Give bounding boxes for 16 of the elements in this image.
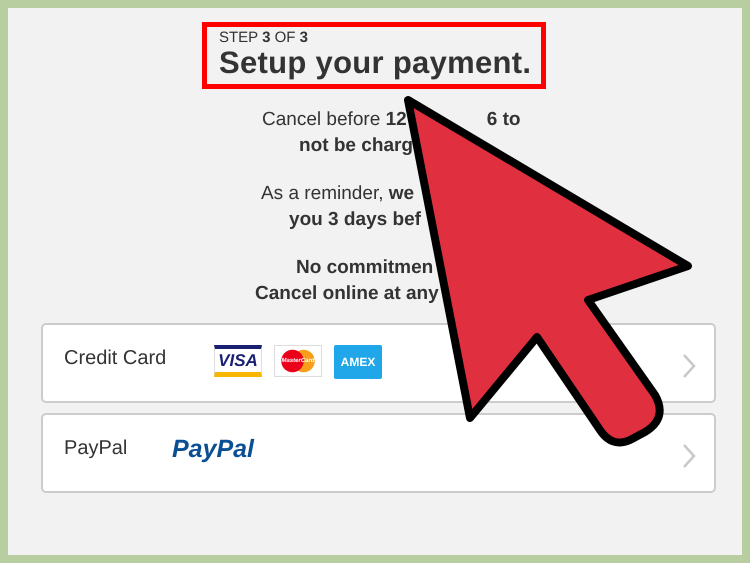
step-indicator: STEP 3 OF 3: [219, 29, 309, 46]
notice-text: As a reminder, we: [261, 182, 414, 206]
page-title: Setup your payment.: [219, 46, 532, 80]
option-label: Credit Card: [64, 347, 168, 370]
notice-text: 6 to: [486, 108, 520, 132]
chevron-right-icon: [682, 443, 696, 469]
notice-text: No commitmen: [296, 256, 434, 280]
notice-text: Cancel online at any: [255, 282, 439, 306]
notice-text: not be charg: [299, 134, 414, 158]
chevron-right-icon: [682, 353, 696, 379]
notice-text: Cancel before 12: [262, 108, 407, 132]
payment-option[interactable]: PayPal PayPal: [41, 413, 716, 493]
paypal-logo: PayPal: [172, 435, 254, 464]
visa-logo: VISA: [214, 345, 262, 377]
notice-text: you 3 days bef: [289, 208, 421, 232]
amex-logo: AMEX: [334, 345, 382, 379]
